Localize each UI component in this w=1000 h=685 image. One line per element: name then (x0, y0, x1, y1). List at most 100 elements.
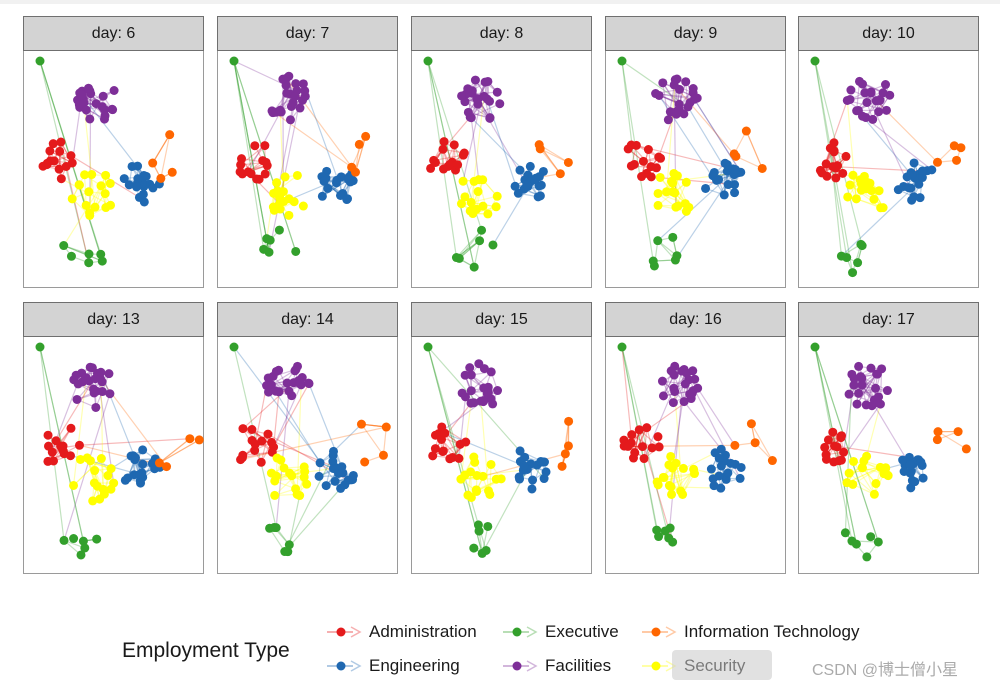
facet-strip-label: day: 14 (217, 302, 398, 337)
network-node (515, 165, 525, 175)
network-node (332, 175, 342, 185)
network-node (131, 453, 141, 463)
network-node (299, 462, 309, 472)
network-node (670, 361, 680, 371)
network-node (295, 103, 305, 113)
network-node (654, 152, 664, 162)
network-node (470, 75, 480, 85)
network-node (343, 475, 353, 485)
network-node (35, 342, 45, 352)
network-node (893, 185, 903, 195)
network-node (927, 165, 937, 175)
network-node (285, 468, 295, 478)
network-node (477, 225, 487, 235)
network-node (535, 191, 545, 201)
facet-panel: day: 17 (798, 302, 979, 574)
network-node (488, 399, 498, 409)
network-node (58, 446, 68, 456)
network-node (669, 370, 679, 380)
network-node (623, 441, 633, 451)
network-node (853, 258, 863, 268)
network-node (949, 141, 959, 151)
network-node (483, 76, 493, 86)
network-node (854, 361, 864, 371)
network-node (907, 195, 917, 205)
network-node (491, 202, 501, 212)
network-node (463, 84, 473, 94)
legend-arrow-icon (503, 660, 538, 672)
network-node (469, 543, 479, 553)
network-node (78, 377, 88, 387)
network-node (909, 158, 919, 168)
network-node (101, 203, 111, 213)
network-node (932, 157, 942, 167)
facet-strip-label: day: 15 (411, 302, 592, 337)
network-node (654, 90, 664, 100)
network-node (691, 93, 701, 103)
network-node (104, 369, 114, 379)
network-node (342, 195, 352, 205)
legend-label: Engineering (369, 656, 460, 675)
network-node (479, 364, 489, 374)
network-node (714, 174, 724, 184)
network-node (449, 140, 459, 150)
network-plot (217, 337, 398, 574)
network-node (689, 464, 699, 474)
network-node (833, 161, 843, 171)
network-node (857, 462, 867, 472)
network-node (85, 456, 95, 466)
network-node (736, 462, 746, 472)
network-node (85, 210, 95, 220)
network-plot (217, 51, 398, 288)
network-node (460, 192, 470, 202)
network-node (96, 249, 106, 259)
network-node (821, 450, 831, 460)
network-node (77, 90, 87, 100)
network-node (423, 56, 433, 66)
network-node (492, 191, 502, 201)
network-node (100, 189, 110, 199)
network-node (330, 476, 340, 486)
network-node (138, 459, 148, 469)
network-node (492, 87, 502, 97)
network-node (247, 425, 257, 435)
network-node (910, 477, 920, 487)
network-node (866, 363, 876, 373)
network-node (730, 440, 740, 450)
network-node (668, 187, 678, 197)
network-node (133, 174, 143, 184)
network-node (460, 392, 470, 402)
network-node (66, 251, 76, 261)
network-node (655, 172, 665, 182)
network-node (85, 114, 95, 124)
network-node (560, 449, 570, 459)
network-node (445, 454, 455, 464)
network-node (455, 439, 465, 449)
network-node (440, 428, 450, 438)
network-node (653, 200, 663, 210)
network-node (275, 105, 285, 115)
network-node (883, 470, 893, 480)
network-node (347, 162, 357, 172)
network-node (74, 440, 84, 450)
facet-strip-label: day: 7 (217, 16, 398, 51)
facet-strip-label: day: 10 (798, 16, 979, 51)
network-node (845, 94, 855, 104)
network-node (862, 451, 872, 461)
network-node (290, 91, 300, 101)
network-node (291, 246, 301, 256)
network-node (138, 189, 148, 199)
network-plot (411, 337, 592, 574)
network-node (563, 441, 573, 451)
network-node (72, 394, 82, 404)
network-node (528, 475, 538, 485)
network-node (89, 388, 99, 398)
network-node (664, 481, 674, 491)
network-edge (284, 488, 342, 552)
network-node (862, 97, 872, 107)
network-node (295, 379, 305, 389)
network-node (300, 86, 310, 96)
network-node (668, 398, 678, 408)
network-node (460, 470, 470, 480)
network-node (670, 75, 680, 85)
